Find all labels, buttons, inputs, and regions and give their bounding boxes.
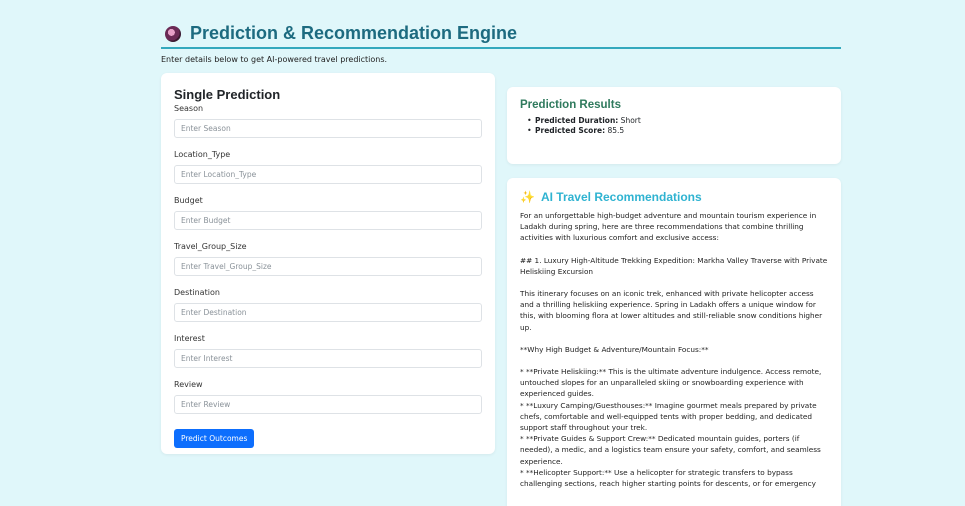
page-title: Prediction & Recommendation Engine (190, 23, 518, 43)
rec-paragraph: **Why High Budget & Adventure/Mountain F… (520, 344, 709, 354)
rec-bullet: * **Luxury Camping/Guesthouses:** Imagin… (520, 400, 817, 433)
page-header: Prediction & Recommendation Engine (161, 20, 841, 49)
budget-input[interactable] (174, 211, 482, 230)
sparkles-icon: ✨ (520, 190, 535, 204)
result-key: Predicted Duration: (535, 116, 619, 125)
crystal-ball-icon (165, 25, 181, 42)
recs-title: AI Travel Recommendations (540, 190, 702, 204)
ai-recommendations-card: ✨ AI Travel Recommendations For an unfor… (507, 178, 841, 506)
travel-group-size-label: Travel_Group_Size (174, 242, 247, 251)
travel-group-size-input[interactable] (174, 257, 482, 276)
prediction-results-card: Prediction Results Predicted Duration: S… (507, 87, 841, 164)
rec-bullet: * **Private Heliskiing:** This is the ul… (520, 367, 822, 399)
result-value: 85.5 (605, 126, 625, 135)
predict-outcomes-button[interactable]: Predict Outcomes (174, 429, 255, 448)
rec-bullet: * **Private Guides & Support Crew:** Ded… (520, 434, 821, 466)
location-type-input[interactable] (174, 165, 482, 184)
season-label: Season (174, 104, 204, 113)
rec-paragraph: For an unforgettable high-budget adventu… (520, 211, 817, 243)
review-input[interactable] (174, 395, 482, 414)
budget-label: Budget (174, 196, 203, 205)
recs-header: ✨ AI Travel Recommendations (520, 190, 828, 204)
page-subtitle: Enter details below to get AI-powered tr… (161, 55, 388, 64)
result-value: Short (618, 116, 641, 125)
interest-label: Interest (174, 334, 205, 343)
rec-paragraph: ## 1. Luxury High-Altitude Trekking Expe… (520, 255, 828, 276)
result-item-score: Predicted Score: 85.5 (527, 126, 828, 136)
form-title: Single Prediction (174, 87, 281, 102)
single-prediction-card: Single Prediction Season Location_Type B… (161, 73, 495, 454)
result-item-duration: Predicted Duration: Short (527, 116, 828, 126)
destination-label: Destination (174, 288, 220, 297)
review-label: Review (174, 380, 203, 389)
destination-input[interactable] (174, 303, 482, 322)
location-type-label: Location_Type (174, 150, 231, 159)
season-input[interactable] (174, 119, 482, 138)
interest-input[interactable] (174, 349, 482, 368)
rec-bullet: * **Helicopter Support:** Use a helicopt… (520, 467, 816, 489)
result-key: Predicted Score: (535, 126, 606, 135)
results-list: Predicted Duration: Short Predicted Scor… (520, 116, 828, 136)
results-title: Prediction Results (520, 99, 621, 111)
page: Prediction & Recommendation Engine Enter… (0, 0, 965, 506)
rec-paragraph: This itinerary focuses on an iconic trek… (520, 289, 823, 332)
